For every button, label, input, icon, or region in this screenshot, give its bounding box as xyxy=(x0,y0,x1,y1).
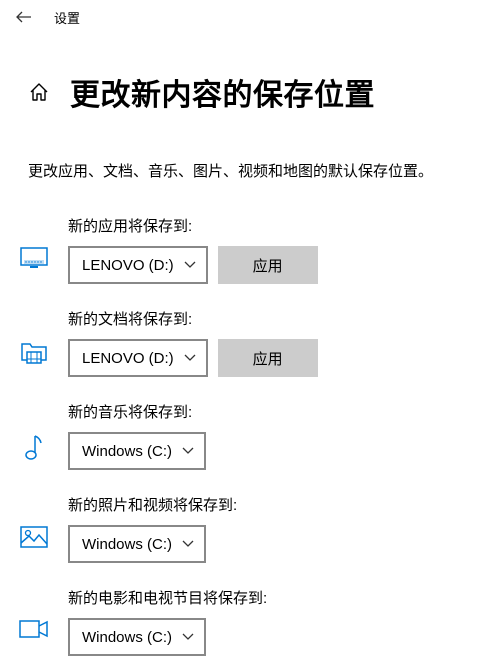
back-arrow-icon xyxy=(16,11,32,23)
documents-icon xyxy=(0,308,68,364)
setting-music-dropdown[interactable]: Windows (C:) xyxy=(68,432,206,470)
setting-photos: 新的照片和视频将保存到: Windows (C:) xyxy=(0,484,500,577)
back-button[interactable] xyxy=(16,9,32,25)
window-title: 设置 xyxy=(54,8,80,27)
setting-music-label: 新的音乐将保存到: xyxy=(68,401,500,422)
setting-apps-value: LENOVO (D:) xyxy=(82,257,174,274)
photos-icon xyxy=(0,494,68,548)
setting-documents-value: LENOVO (D:) xyxy=(82,350,174,367)
setting-music-value: Windows (C:) xyxy=(82,443,172,460)
titlebar: 设置 xyxy=(0,0,500,34)
setting-apps-label: 新的应用将保存到: xyxy=(68,215,500,236)
movies-icon xyxy=(0,587,68,639)
setting-movies-value: Windows (C:) xyxy=(82,629,172,646)
chevron-down-icon xyxy=(184,261,196,269)
setting-photos-value: Windows (C:) xyxy=(82,536,172,553)
settings-list: 新的应用将保存到: LENOVO (D:) 应用 新的文档将保存到: xyxy=(0,181,500,670)
setting-documents-apply-button[interactable]: 应用 xyxy=(218,339,318,377)
setting-apps-dropdown[interactable]: LENOVO (D:) xyxy=(68,246,208,284)
page-description: 更改应用、文档、音乐、图片、视频和地图的默认保存位置。 xyxy=(0,114,500,181)
setting-documents: 新的文档将保存到: LENOVO (D:) 应用 xyxy=(0,298,500,391)
chevron-down-icon xyxy=(184,354,196,362)
apps-icon xyxy=(0,215,68,269)
page-header: 更改新内容的保存位置 xyxy=(0,34,500,114)
setting-music: 新的音乐将保存到: Windows (C:) xyxy=(0,391,500,484)
music-icon xyxy=(0,401,68,461)
setting-documents-dropdown[interactable]: LENOVO (D:) xyxy=(68,339,208,377)
home-icon[interactable] xyxy=(28,81,50,103)
setting-movies-dropdown[interactable]: Windows (C:) xyxy=(68,618,206,656)
setting-apps: 新的应用将保存到: LENOVO (D:) 应用 xyxy=(0,205,500,298)
setting-photos-dropdown[interactable]: Windows (C:) xyxy=(68,525,206,563)
chevron-down-icon xyxy=(182,447,194,455)
setting-photos-label: 新的照片和视频将保存到: xyxy=(68,494,500,515)
chevron-down-icon xyxy=(182,540,194,548)
setting-documents-label: 新的文档将保存到: xyxy=(68,308,500,329)
page-title: 更改新内容的保存位置 xyxy=(70,70,375,114)
setting-movies: 新的电影和电视节目将保存到: Windows (C:) xyxy=(0,577,500,670)
setting-movies-label: 新的电影和电视节目将保存到: xyxy=(68,587,500,608)
setting-apps-apply-button[interactable]: 应用 xyxy=(218,246,318,284)
chevron-down-icon xyxy=(182,633,194,641)
